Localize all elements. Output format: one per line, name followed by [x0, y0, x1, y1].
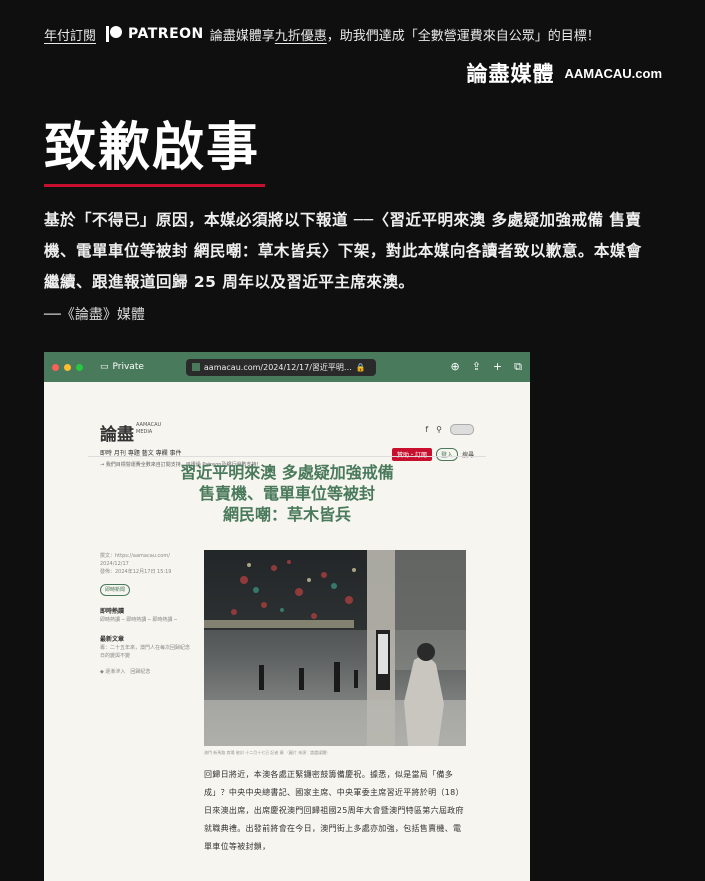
- brand-logo: 論盡媒體 AAMACAU.com: [467, 58, 663, 88]
- close-dot: [52, 363, 59, 371]
- site-logo: 論盡: [100, 425, 134, 445]
- brand-name-en: AAMACAU.com: [564, 65, 663, 81]
- promo-text-1: 論盡媒體享: [209, 28, 275, 44]
- new-tab-icon: +: [492, 360, 503, 373]
- tabs-icon: ⧉: [514, 360, 522, 373]
- lock-icon: 🔒: [355, 362, 366, 372]
- latest-heading: 最新文章: [100, 636, 125, 643]
- brand-name-cn: 論盡媒體: [466, 61, 555, 86]
- download-icon: ⊕: [450, 360, 460, 373]
- article-paragraph: 回歸日將近，本澳各處正緊鑼密鼓籌備慶祝。據悉，似是當局「備多成」？中央中央總書記…: [204, 770, 464, 851]
- promo-text-2: ，助我們達成「全數營運費來自公眾」的目標！: [326, 28, 600, 44]
- facebook-icon: f: [425, 425, 429, 434]
- browser-screenshot: ▭ Private aamacau.com/2024/12/17/習近平明… 🔒…: [44, 352, 530, 881]
- maximize-dot: [76, 363, 83, 371]
- minimize-dot: [64, 363, 71, 371]
- search-link: 搜尋: [462, 450, 474, 459]
- browser-toolbar: ▭ Private aamacau.com/2024/12/17/習近平明… 🔒…: [44, 352, 530, 382]
- site-utilities: f ⚲: [425, 424, 474, 435]
- site-favicon: [191, 363, 200, 371]
- article-meta: 撰文：https://aamacau.com/ 2024/12/17 發佈：20…: [100, 553, 191, 675]
- search-icon: ⚲: [436, 425, 442, 434]
- donate-button: 贊助・訂閱: [391, 448, 432, 461]
- private-indicator: ▭ Private: [100, 362, 144, 372]
- browser-actions: ⊕ ⇪ + ⧉: [450, 360, 522, 374]
- discount-link[interactable]: 九折優惠: [275, 25, 327, 44]
- category-tag: 即時新聞: [100, 584, 131, 596]
- patreon-icon: [106, 26, 123, 42]
- site-logo-sub: AAMACAU MEDIA: [136, 422, 162, 435]
- annual-subscription-link[interactable]: 年付訂閱: [44, 25, 96, 44]
- latest-text-2: ◆ 逐漸滲入 回歸紀念: [100, 669, 151, 675]
- article-title: 習近平明來澳 多處疑加強戒備 售賣機、電單車位等被封 網民嘲：草木皆兵: [180, 463, 394, 524]
- site-buttons: 贊助・訂閱 登入 搜尋: [391, 448, 474, 461]
- header-divider: [88, 456, 486, 457]
- theme-toggle: [450, 424, 474, 435]
- page-title: 致歉啟事: [44, 117, 261, 178]
- article-photo: [204, 550, 466, 746]
- sidebar-icon: ▭: [100, 362, 109, 372]
- patreon-logo[interactable]: PATREON: [106, 26, 204, 42]
- latest-text: 專：二十五年來，澳門人在每次回歸紀念日的變與不變: [100, 645, 191, 659]
- hot-text: 即時熱讀 ─ 即時熱讀 ─ 即時熱讀 ─: [100, 617, 177, 623]
- signature: ──《論盡》媒體: [44, 307, 145, 323]
- share-icon: ⇪: [471, 360, 481, 373]
- apology-text: 基於「不得已」原因，本媒必須將以下報道 ──〈習近平明來澳 多處疑加強戒備 售賣…: [44, 211, 642, 291]
- promo-bar: 年付訂閱 PATREON 論盡媒體享 九折優惠 ，助我們達成「全數營運費來自公眾…: [44, 23, 664, 45]
- mall-photo-illustration: [204, 550, 466, 746]
- title-underline: [44, 184, 265, 187]
- login-button: 登入: [435, 448, 458, 461]
- photo-caption: 澳門 新馬路 商場 被封 十二月十七日 記者 攝 （圖片 來源：論盡媒體）: [204, 750, 331, 755]
- address-bar: aamacau.com/2024/12/17/習近平明… 🔒: [185, 358, 376, 376]
- hot-heading: 即時熱讀: [100, 608, 125, 615]
